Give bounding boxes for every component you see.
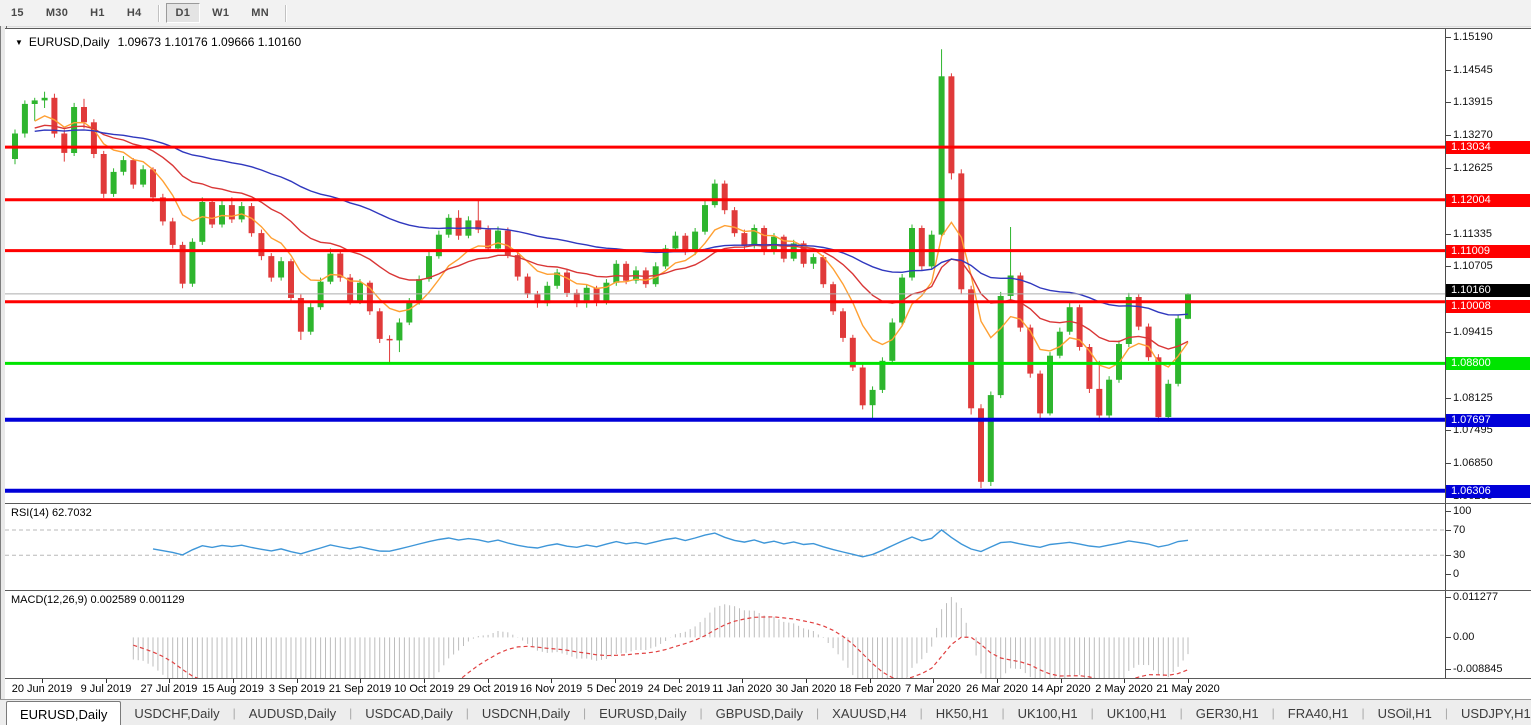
chart-ohlc-values: 1.09673 1.10176 1.09666 1.10160 [118, 35, 302, 49]
timeframe-w1-button[interactable]: W1 [202, 3, 239, 23]
timeframe-15-button[interactable]: 15 [1, 3, 34, 23]
rsi-axis-tick: 70 [1453, 524, 1465, 536]
chart-tab-bar: EURUSD,DailyUSDCHF,Daily|AUDUSD,Daily|US… [0, 699, 1531, 725]
price-axis-tick: 1.12625 [1453, 162, 1493, 174]
chart-title: ▼ EURUSD,Daily 1.09673 1.10176 1.09666 1.1… [15, 35, 301, 49]
macd-chart-canvas[interactable] [5, 591, 1445, 678]
level-price-tag: 1.08800 [1446, 357, 1530, 370]
timeframe-h1-button[interactable]: H1 [80, 3, 115, 23]
level-price-tag: 1.13034 [1446, 141, 1530, 154]
rsi-axis-tick: 0 [1453, 568, 1459, 580]
chart-tab[interactable]: HK50,H1 [923, 700, 1002, 725]
price-axis-tick: 1.14545 [1453, 64, 1493, 76]
chart-tab[interactable]: UK100,H1 [1005, 700, 1091, 725]
macd-label: MACD(12,26,9) 0.002589 0.001129 [11, 594, 184, 606]
current-price-tag: 1.10160 [1446, 284, 1530, 297]
chart-tab[interactable]: USOil,H1 [1365, 700, 1445, 725]
rsi-label: RSI(14) 62.7032 [11, 507, 92, 519]
price-axis-tick: 1.09415 [1453, 326, 1493, 338]
chart-tab[interactable]: GER30,H1 [1183, 700, 1272, 725]
level-price-tag: 1.07697 [1446, 414, 1530, 427]
chart-tab[interactable]: UK100,H1 [1094, 700, 1180, 725]
rsi-axis-tick: 100 [1453, 505, 1471, 517]
chart-tab[interactable]: GBPUSD,Daily [703, 700, 816, 725]
macd-axis-tick: 0.00 [1453, 631, 1474, 643]
macd-axis: 0.011277 0.00 -0.008845 [1445, 591, 1531, 679]
price-axis: 1.15190 1.14545 1.13915 1.13270 1.12625 1.113… [1445, 29, 1531, 504]
chart-tab[interactable]: USDCHF,Daily [121, 700, 232, 725]
macd-indicator-panel[interactable]: MACD(12,26,9) 0.002589 0.001129 0.011277… [5, 590, 1531, 679]
chart-tab[interactable]: USDCAD,Daily [352, 700, 465, 725]
price-axis-tick: 1.11335 [1453, 228, 1492, 240]
timeframe-m30-button[interactable]: M30 [36, 3, 78, 23]
time-axis: 20 Jun 20199 Jul 201927 Jul 201915 Aug 2… [5, 678, 1531, 700]
chart-symbol-label: EURUSD,Daily [29, 35, 110, 49]
chart-tab[interactable]: EURUSD,Daily [6, 701, 121, 725]
rsi-axis-tick: 30 [1453, 549, 1465, 561]
macd-axis-tick: 0.011277 [1453, 591, 1498, 603]
symbol-dropdown-icon[interactable]: ▼ [15, 38, 23, 47]
level-price-tag: 1.06306 [1446, 485, 1530, 498]
chart-tab[interactable]: USDJPY,H1 [1448, 700, 1531, 725]
rsi-indicator-panel[interactable]: RSI(14) 62.7032 100 70 30 0 [5, 503, 1531, 591]
toolbar-separator [285, 5, 287, 22]
chart-tab[interactable]: XAUUSD,H4 [819, 700, 919, 725]
chart-tab[interactable]: AUDUSD,Daily [236, 700, 349, 725]
rsi-axis: 100 70 30 0 [1445, 504, 1531, 591]
price-axis-tick: 1.10705 [1453, 260, 1493, 272]
price-chart-panel[interactable]: ▼ EURUSD,Daily 1.09673 1.10176 1.09666 1.1… [5, 28, 1531, 504]
macd-axis-tick: -0.008845 [1453, 663, 1503, 675]
timeframe-d1-button[interactable]: D1 [166, 3, 201, 23]
chart-tab[interactable]: FRA40,H1 [1275, 700, 1362, 725]
price-axis-tick: 1.08125 [1453, 392, 1493, 404]
level-price-tag: 1.10008 [1446, 300, 1530, 313]
candlestick-chart-canvas[interactable] [5, 29, 1445, 502]
rsi-chart-canvas[interactable] [5, 504, 1445, 590]
chart-tab[interactable]: USDCNH,Daily [469, 700, 583, 725]
price-axis-tick: 1.13270 [1453, 129, 1493, 141]
chart-tab[interactable]: EURUSD,Daily [586, 700, 699, 725]
price-axis-tick: 1.15190 [1453, 31, 1493, 43]
level-price-tag: 1.12004 [1446, 194, 1530, 207]
timeframe-mn-button[interactable]: MN [241, 3, 279, 23]
price-axis-tick: 1.13915 [1453, 96, 1493, 108]
timeframe-toolbar: 15M30H1H4 D1W1MN [0, 0, 1531, 27]
timeframe-h4-button[interactable]: H4 [117, 3, 152, 23]
toolbar-separator [158, 5, 160, 22]
price-axis-tick: 1.06850 [1453, 457, 1493, 469]
time-axis-label: 21 May 2020 [1143, 683, 1233, 695]
level-price-tag: 1.11009 [1446, 245, 1530, 258]
